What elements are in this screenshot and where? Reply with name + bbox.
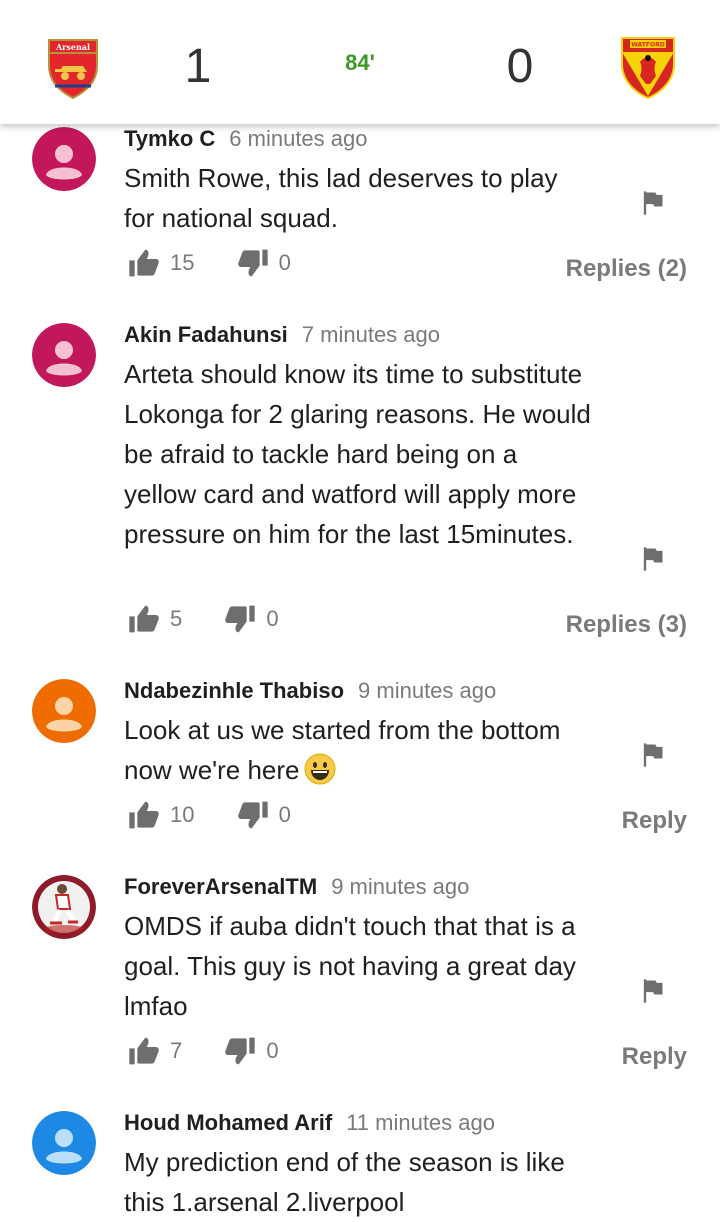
svg-text:Arsenal: Arsenal: [55, 42, 90, 52]
comment-item: ForeverArsenalTM 9 minutes ago OMDS if au…: [0, 872, 720, 1108]
comment-item: Ndabezinhle Thabiso 9 minutes ago Look at…: [0, 676, 720, 872]
avatar[interactable]: [32, 323, 96, 387]
avatar[interactable]: [32, 127, 96, 191]
thumbs-down-icon: [237, 801, 268, 829]
comment-time: 9 minutes ago: [358, 678, 497, 703]
comment-author[interactable]: ForeverArsenalTM: [124, 874, 317, 899]
replies-button[interactable]: Replies (2): [566, 255, 687, 283]
dislike-button[interactable]: 0: [237, 800, 291, 830]
flag-icon[interactable]: [638, 741, 666, 769]
avatar[interactable]: [32, 679, 96, 743]
like-count: 15: [170, 250, 195, 275]
reply-button[interactable]: Reply: [622, 807, 687, 835]
comment-meta: Tymko C 6 minutes ago: [124, 126, 367, 152]
flag-icon[interactable]: [638, 545, 666, 573]
vote-bar: 15 0: [128, 248, 327, 284]
arsenal-crest-icon[interactable]: Arsenal: [45, 36, 101, 100]
vote-bar: 5 0: [128, 604, 315, 640]
comment-item: Tymko C 6 minutes ago Smith Rowe, this la…: [0, 124, 720, 320]
match-minute: 84': [345, 50, 375, 75]
comment-text: OMDS if auba didn't touch that that is a…: [124, 911, 576, 1021]
like-count: 10: [170, 802, 195, 827]
comment-author[interactable]: Ndabezinhle Thabiso: [124, 678, 344, 703]
replies-button[interactable]: Replies (3): [566, 611, 687, 639]
comment-text: My prediction end of the season is like …: [124, 1147, 565, 1217]
watford-crest-icon[interactable]: WATFORD: [620, 36, 676, 100]
like-button[interactable]: 7: [128, 1036, 182, 1066]
dislike-count: 0: [266, 606, 279, 631]
avatar[interactable]: [32, 1111, 96, 1175]
dislike-button[interactable]: 0: [237, 248, 291, 278]
thumbs-up-icon: [129, 1037, 159, 1065]
svg-text:WATFORD: WATFORD: [631, 42, 664, 49]
dislike-button[interactable]: 0: [224, 604, 279, 634]
comment-item: Houd Mohamed Arif 11 minutes ago My predi…: [0, 1108, 720, 1217]
like-button[interactable]: 10: [128, 800, 194, 830]
like-button[interactable]: 5: [128, 604, 182, 634]
match-scoreboard: Arsenal 1 84' 0 WATFORD: [0, 0, 720, 124]
thumbs-up-icon: [129, 605, 159, 633]
like-button[interactable]: 15: [128, 248, 194, 278]
dislike-count: 0: [278, 250, 291, 275]
thumbs-down-icon: [225, 1037, 256, 1065]
comment-meta: ForeverArsenalTM 9 minutes ago: [124, 874, 469, 900]
dislike-count: 0: [278, 802, 291, 827]
comment-text: Smith Rowe, this lad deserves to play fo…: [124, 163, 558, 233]
vote-bar: 7 0: [128, 1036, 315, 1072]
comment-author[interactable]: Tymko C: [124, 126, 215, 151]
comment-text: Arteta should know its time to substitut…: [124, 359, 591, 549]
like-count: 7: [170, 1038, 183, 1063]
comment-meta: Houd Mohamed Arif 11 minutes ago: [124, 1110, 495, 1136]
thumbs-up-icon: [129, 801, 159, 829]
thumbs-down-icon: [237, 249, 268, 277]
comment-time: 6 minutes ago: [229, 126, 368, 151]
comment-time: 11 minutes ago: [346, 1110, 495, 1135]
thumbs-up-icon: [129, 249, 159, 277]
dislike-button[interactable]: 0: [224, 1036, 279, 1066]
comment-item: Akin Fadahunsi 7 minutes ago Arteta shoul…: [0, 320, 720, 676]
home-score: 1: [184, 40, 212, 93]
thumbs-down-icon: [225, 605, 256, 633]
comment-text: Look at us we started from the bottom no…: [124, 710, 594, 790]
like-count: 5: [170, 606, 183, 631]
away-score: 0: [506, 40, 534, 93]
comment-time: 7 minutes ago: [301, 322, 440, 347]
grinning-face-emoji-icon: [304, 753, 336, 785]
comment-list: Tymko C 6 minutes ago Smith Rowe, this la…: [0, 124, 720, 1217]
comment-text-content: Look at us we started from the bottom no…: [124, 715, 561, 785]
comment-author[interactable]: Akin Fadahunsi: [124, 322, 288, 347]
comment-meta: Akin Fadahunsi 7 minutes ago: [124, 322, 440, 348]
flag-icon[interactable]: [638, 189, 666, 217]
vote-bar: 10 0: [128, 800, 327, 836]
comment-meta: Ndabezinhle Thabiso 9 minutes ago: [124, 678, 496, 704]
dislike-count: 0: [266, 1038, 279, 1063]
reply-button[interactable]: Reply: [622, 1043, 687, 1071]
flag-icon[interactable]: [638, 977, 666, 1005]
avatar[interactable]: [32, 875, 96, 939]
comment-time: 9 minutes ago: [331, 874, 470, 899]
comment-author[interactable]: Houd Mohamed Arif: [124, 1110, 332, 1135]
